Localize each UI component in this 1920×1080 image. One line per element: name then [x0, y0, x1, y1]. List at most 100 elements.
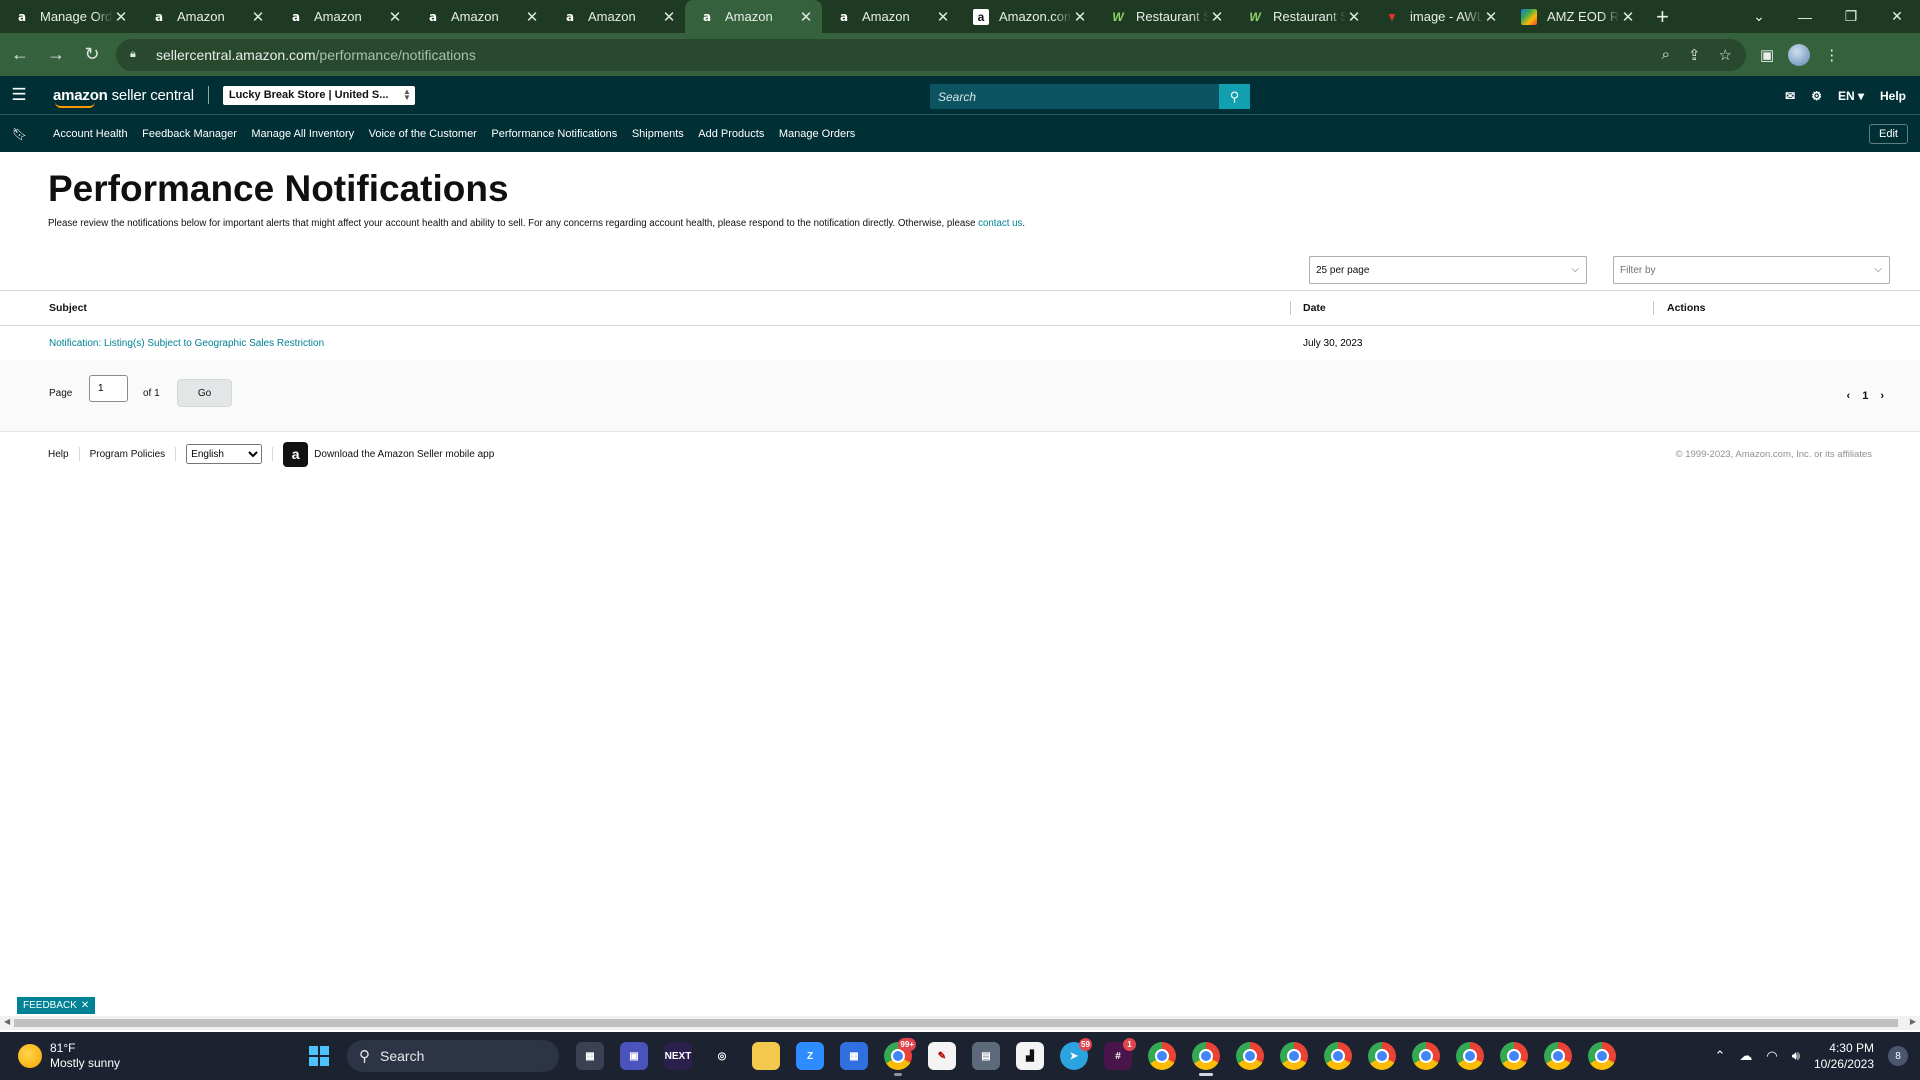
- program-policies-link[interactable]: Program Policies: [90, 449, 166, 460]
- header-date[interactable]: Date: [1303, 302, 1326, 314]
- next-app-icon[interactable]: NEXT: [664, 1042, 692, 1070]
- profile-avatar[interactable]: [1788, 43, 1811, 66]
- zoom-icon[interactable]: Z: [796, 1042, 824, 1070]
- edit-nav-button[interactable]: Edit: [1869, 124, 1908, 144]
- chrome-icon[interactable]: [1148, 1042, 1176, 1070]
- close-tab-icon[interactable]: ✕: [113, 8, 129, 26]
- chrome-icon[interactable]: [1456, 1042, 1484, 1070]
- calculator-icon[interactable]: ▤: [972, 1042, 1000, 1070]
- telegram-icon[interactable]: ➤ 59: [1060, 1038, 1092, 1070]
- swirl-app-icon[interactable]: ◎: [708, 1042, 736, 1070]
- nav-account-health[interactable]: Account Health: [53, 128, 128, 140]
- language-selector[interactable]: EN ▾: [1838, 89, 1864, 103]
- close-tab-icon[interactable]: ✕: [661, 8, 677, 26]
- filter-select[interactable]: Filter by ⌵: [1613, 256, 1890, 284]
- current-page[interactable]: 1: [1862, 390, 1868, 402]
- browser-tab[interactable]: a Manage Ord ✕: [0, 0, 137, 33]
- chart-app-icon[interactable]: ▟: [1016, 1042, 1044, 1070]
- scroll-left-icon[interactable]: ◀: [4, 1017, 10, 1026]
- teams-icon[interactable]: ▣: [620, 1042, 648, 1070]
- nav-feedback-manager[interactable]: Feedback Manager: [142, 128, 237, 140]
- chrome-icon[interactable]: 99+: [884, 1038, 916, 1076]
- close-tab-icon[interactable]: ✕: [1346, 8, 1362, 26]
- close-tab-icon[interactable]: ✕: [250, 8, 266, 26]
- browser-tab[interactable]: a Amazon ✕: [274, 0, 411, 33]
- new-tab-button[interactable]: +: [1644, 0, 1681, 33]
- forward-icon[interactable]: →: [40, 39, 72, 71]
- wifi-icon[interactable]: ◠: [1766, 1048, 1777, 1064]
- footer-help-link[interactable]: Help: [48, 449, 69, 460]
- onedrive-icon[interactable]: ☁: [1739, 1048, 1752, 1064]
- chrome-icon[interactable]: [1192, 1042, 1220, 1076]
- side-panel-icon[interactable]: ▣: [1760, 46, 1774, 64]
- scroll-right-icon[interactable]: ▶: [1910, 1017, 1916, 1026]
- chevron-right-icon[interactable]: ›: [1880, 390, 1884, 402]
- footer-language-select[interactable]: English: [186, 444, 263, 464]
- chrome-icon[interactable]: [1236, 1042, 1264, 1070]
- tab-search-icon[interactable]: ⌄: [1736, 8, 1782, 25]
- share-icon[interactable]: ⇪: [1688, 46, 1701, 64]
- clock[interactable]: 4:30 PM 10/26/2023: [1814, 1040, 1874, 1072]
- nav-shipments[interactable]: Shipments: [632, 128, 684, 140]
- browser-tab[interactable]: ▼ image - AWL ✕: [1370, 0, 1507, 33]
- mail-icon[interactable]: ✉: [1785, 89, 1795, 103]
- close-tab-icon[interactable]: ✕: [935, 8, 951, 26]
- close-icon[interactable]: ✕: [81, 1000, 89, 1011]
- app-icon[interactable]: ✎: [928, 1042, 956, 1070]
- scrollbar-thumb[interactable]: [14, 1019, 1898, 1027]
- windows-start-icon[interactable]: [309, 1046, 329, 1066]
- chrome-icon[interactable]: [1368, 1042, 1396, 1070]
- notification-subject-link[interactable]: Notification: Listing(s) Subject to Geog…: [49, 338, 324, 349]
- notification-badge[interactable]: 8: [1888, 1046, 1908, 1066]
- calendar-icon[interactable]: ▦: [840, 1042, 868, 1070]
- close-window-button[interactable]: ✕: [1874, 8, 1920, 25]
- back-icon[interactable]: ←: [4, 39, 36, 71]
- volume-icon[interactable]: 🔊︎: [1792, 1048, 1800, 1064]
- bookmark-icon[interactable]: 🔖︎: [12, 127, 32, 141]
- address-bar[interactable]: 🔒︎ sellercentral.amazon.com/performance/…: [116, 38, 1746, 71]
- close-tab-icon[interactable]: ✕: [1072, 8, 1088, 26]
- browser-tab[interactable]: W Restaurant S ✕: [1096, 0, 1233, 33]
- close-tab-icon[interactable]: ✕: [798, 8, 814, 26]
- nav-performance-notifications[interactable]: Performance Notifications: [491, 128, 617, 140]
- chrome-icon[interactable]: [1280, 1042, 1308, 1070]
- browser-tab[interactable]: AMZ EOD Re ✕: [1507, 0, 1644, 33]
- nav-voice-of-customer[interactable]: Voice of the Customer: [369, 128, 477, 140]
- browser-tab[interactable]: a Amazon ✕: [411, 0, 548, 33]
- chevron-left-icon[interactable]: ‹: [1847, 390, 1851, 402]
- amazon-app-icon[interactable]: a: [283, 441, 309, 467]
- nav-add-products[interactable]: Add Products: [698, 128, 764, 140]
- nav-manage-orders[interactable]: Manage Orders: [779, 128, 855, 140]
- browser-tab[interactable]: a Amazon ✕: [685, 0, 822, 33]
- chevron-up-icon[interactable]: ⌃: [1714, 1048, 1725, 1064]
- browser-tab[interactable]: W Restaurant S ✕: [1233, 0, 1370, 33]
- go-button[interactable]: Go: [177, 379, 232, 407]
- search-button[interactable]: ⚲: [1219, 84, 1250, 109]
- store-selector[interactable]: Lucky Break Store | United S... ▲ ▼: [222, 85, 415, 105]
- zoom-icon[interactable]: ⌕: [1662, 46, 1670, 64]
- bookmark-star-icon[interactable]: ☆: [1719, 46, 1732, 64]
- download-app-link[interactable]: Download the Amazon Seller mobile app: [314, 449, 494, 460]
- slack-icon[interactable]: #1: [1104, 1038, 1136, 1070]
- file-explorer-icon[interactable]: [752, 1042, 780, 1070]
- maximize-button[interactable]: ❐: [1828, 8, 1874, 25]
- browser-tab[interactable]: a Amazon ✕: [137, 0, 274, 33]
- browser-tab[interactable]: a Amazon.com ✕: [959, 0, 1096, 33]
- chrome-icon[interactable]: [1412, 1042, 1440, 1070]
- contact-us-link[interactable]: contact us: [978, 218, 1022, 229]
- taskbar-search[interactable]: ⚲ Search: [347, 1040, 559, 1072]
- search-input[interactable]: [930, 84, 1219, 109]
- close-tab-icon[interactable]: ✕: [1483, 8, 1499, 26]
- gear-icon[interactable]: ⚙: [1811, 89, 1822, 103]
- close-tab-icon[interactable]: ✕: [387, 8, 403, 26]
- chrome-icon[interactable]: [1544, 1042, 1572, 1070]
- chrome-icon[interactable]: [1324, 1042, 1352, 1070]
- close-tab-icon[interactable]: ✕: [1209, 8, 1225, 26]
- browser-tab[interactable]: a Amazon ✕: [822, 0, 959, 33]
- close-tab-icon[interactable]: ✕: [524, 8, 540, 26]
- weather-widget[interactable]: 81°F Mostly sunny: [18, 1041, 120, 1071]
- chrome-icon[interactable]: [1500, 1042, 1528, 1070]
- chrome-icon[interactable]: [1588, 1042, 1616, 1070]
- seller-central-logo[interactable]: amazon seller central: [53, 87, 194, 108]
- help-link[interactable]: Help: [1880, 89, 1906, 103]
